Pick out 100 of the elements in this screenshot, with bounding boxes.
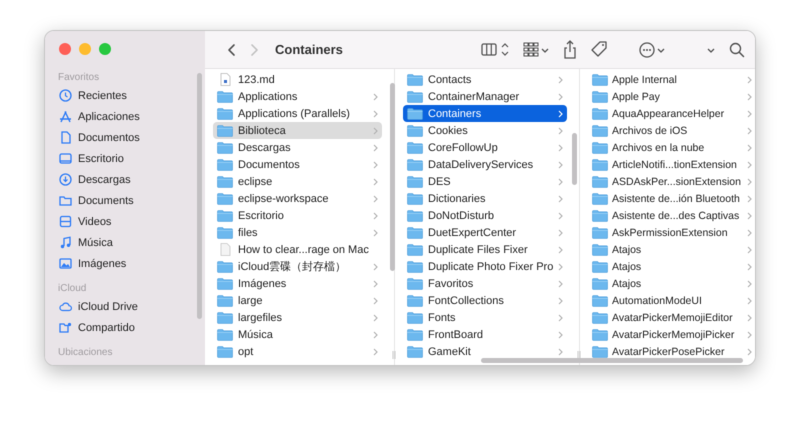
file-row[interactable]: Duplicate Photo Fixer Pro	[403, 258, 567, 275]
folder-icon	[407, 328, 423, 341]
file-row[interactable]: Applications (Parallels)	[213, 105, 382, 122]
sidebar-item[interactable]: Descargas	[53, 169, 197, 190]
file-row[interactable]: AvatarPickerPosePicker	[588, 343, 754, 360]
file-row[interactable]: Archivos de iOS	[588, 122, 754, 139]
file-row[interactable]: AquaAppearanceHelper	[588, 105, 754, 122]
sidebar-item[interactable]: Documentos	[53, 127, 197, 148]
file-row[interactable]: Duplicate Files Fixer	[403, 241, 567, 258]
file-row[interactable]: Apple Internal	[588, 71, 754, 88]
folder-icon	[407, 107, 423, 120]
file-row[interactable]: Atajos	[588, 241, 754, 258]
sidebar-item[interactable]: Recientes	[53, 85, 197, 106]
file-row[interactable]: AvatarPickerMemojiPicker	[588, 326, 754, 343]
chevron-icon	[373, 160, 378, 168]
folder-icon	[217, 328, 233, 341]
sidebar-item[interactable]: Aplicaciones	[53, 106, 197, 127]
file-row[interactable]: Contacts	[403, 71, 567, 88]
chevron-icon	[373, 92, 378, 100]
folder-icon	[217, 158, 233, 171]
file-row[interactable]: 123.md	[213, 71, 382, 88]
folder-icon	[407, 311, 423, 324]
shared-folder-icon	[59, 321, 72, 334]
folder-icon	[592, 73, 608, 86]
folder-icon	[407, 192, 423, 205]
file-row[interactable]: FrontBoard	[403, 326, 567, 343]
chevron-icon	[747, 330, 752, 338]
file-row[interactable]: DataDeliveryServices	[403, 156, 567, 173]
file-row[interactable]: Documentos	[213, 156, 382, 173]
grid-view-button[interactable]	[523, 40, 549, 60]
folder-icon	[217, 141, 233, 154]
file-row[interactable]: Escritorio	[213, 207, 382, 224]
file-row[interactable]: ASDAskPer...sionExtension	[588, 173, 754, 190]
sidebar-item[interactable]: Videos	[53, 211, 197, 232]
sidebar-item[interactable]: Imágenes	[53, 253, 197, 274]
file-row[interactable]: iCloud雲碟（封存檔）	[213, 258, 382, 275]
minimize-button[interactable]	[79, 43, 91, 55]
folder-icon	[217, 107, 233, 120]
scrollbar[interactable]	[572, 133, 577, 185]
chevron-icon	[373, 314, 378, 322]
file-row[interactable]: Biblioteca	[213, 122, 382, 139]
folder-icon	[217, 294, 233, 307]
sidebar-item[interactable]: Documents	[53, 190, 197, 211]
scrollbar[interactable]	[390, 83, 395, 271]
chevron-icon	[373, 178, 378, 186]
file-row[interactable]: FontCollections	[403, 292, 567, 309]
scrollbar[interactable]	[481, 358, 743, 363]
more-button[interactable]	[639, 40, 665, 60]
file-row[interactable]: CoreFollowUp	[403, 139, 567, 156]
scrollbar[interactable]	[197, 73, 202, 319]
file-row[interactable]: Atajos	[588, 258, 754, 275]
file-row[interactable]: DuetExpertCenter	[403, 224, 567, 241]
file-row[interactable]: Apple Pay	[588, 88, 754, 105]
file-row[interactable]: Containers	[403, 105, 567, 122]
file-row[interactable]: ContainerManager	[403, 88, 567, 105]
file-row[interactable]: AskPermissionExtension	[588, 224, 754, 241]
file-row[interactable]: files	[213, 224, 382, 241]
tag-button[interactable]	[591, 40, 609, 60]
file-row[interactable]: DES	[403, 173, 567, 190]
share-button[interactable]	[563, 40, 577, 60]
file-row[interactable]: opt	[213, 343, 382, 360]
section-header: Favoritos	[57, 71, 100, 85]
chevron-icon	[558, 144, 563, 152]
file-row[interactable]: eclipse-workspace	[213, 190, 382, 207]
sidebar-item[interactable]: Música	[53, 232, 197, 253]
document-icon	[59, 131, 72, 144]
file-row[interactable]: Asistente de...des Captivas	[588, 207, 754, 224]
sidebar-item[interactable]: iCloud Drive	[53, 296, 197, 317]
sidebar-item[interactable]: Escritorio	[53, 148, 197, 169]
file-row[interactable]: Dictionaries	[403, 190, 567, 207]
file-row[interactable]: eclipse	[213, 173, 382, 190]
file-row[interactable]: How to clear...rage on Mac	[213, 241, 382, 258]
file-row[interactable]: Applications	[213, 88, 382, 105]
file-row[interactable]: GameKit	[403, 343, 567, 360]
zoom-button[interactable]	[99, 43, 111, 55]
resize-handle-icon[interactable]	[577, 351, 581, 359]
file-row[interactable]: Imágenes	[213, 275, 382, 292]
file-row[interactable]: AutomationModeUI	[588, 292, 754, 309]
file-row[interactable]: large	[213, 292, 382, 309]
file-row[interactable]: Cookies	[403, 122, 567, 139]
close-button[interactable]	[59, 43, 71, 55]
folder-icon	[217, 226, 233, 239]
chevron-icon	[373, 262, 378, 270]
sidebar-item[interactable]: Compartido	[53, 317, 197, 338]
file-row[interactable]: Asistente de...ión Bluetooth	[588, 190, 754, 207]
file-row[interactable]: Fonts	[403, 309, 567, 326]
folder-icon	[592, 192, 608, 205]
file-row[interactable]: Archivos en la nube	[588, 139, 754, 156]
file-row[interactable]: largefiles	[213, 309, 382, 326]
file-row[interactable]: Descargas	[213, 139, 382, 156]
chevron-icon	[558, 76, 563, 84]
file-row[interactable]: ArticleNotifi...tionExtension	[588, 156, 754, 173]
file-row[interactable]: Atajos	[588, 275, 754, 292]
folder-icon	[407, 294, 423, 307]
file-row[interactable]: AvatarPickerMemojiEditor	[588, 309, 754, 326]
file-row[interactable]: DoNotDisturb	[403, 207, 567, 224]
file-row[interactable]: Favoritos	[403, 275, 567, 292]
file-row[interactable]: Música	[213, 326, 382, 343]
resize-handle-icon[interactable]	[392, 351, 396, 359]
folder-icon	[217, 209, 233, 222]
